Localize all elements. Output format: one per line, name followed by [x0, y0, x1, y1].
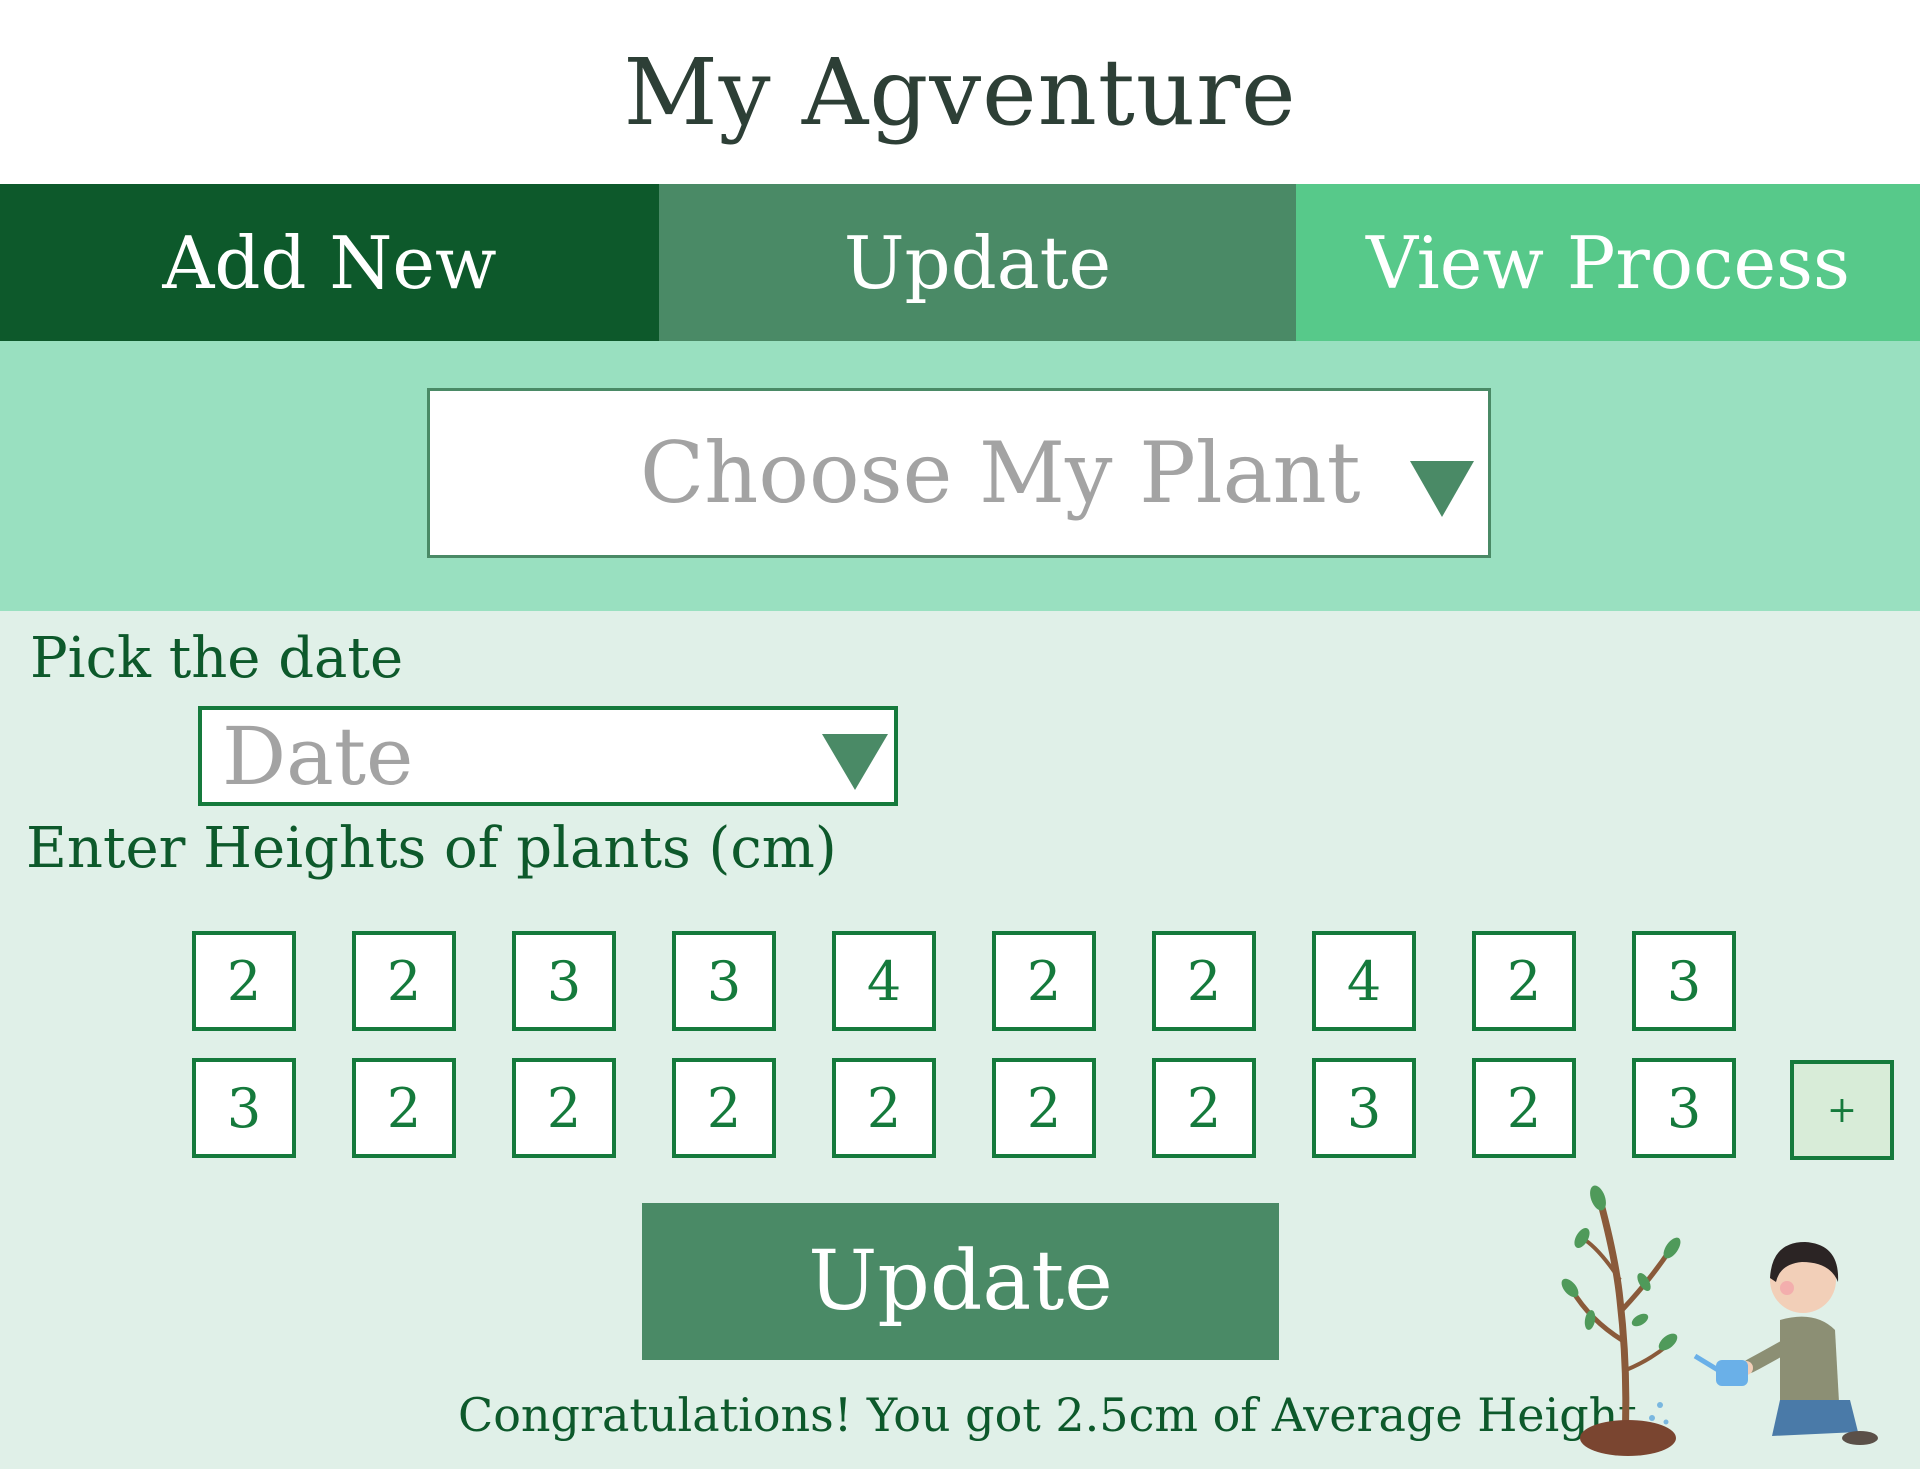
triangle-down-icon — [1410, 461, 1474, 517]
tab-view-process[interactable]: View Process — [1296, 184, 1920, 341]
height-input[interactable]: 2 — [672, 1058, 776, 1158]
height-input[interactable]: 4 — [832, 931, 936, 1031]
height-input[interactable]: 2 — [992, 1058, 1096, 1158]
tab-add-new[interactable]: Add New — [0, 184, 659, 341]
height-input[interactable]: 2 — [992, 931, 1096, 1031]
height-input[interactable]: 4 — [1312, 931, 1416, 1031]
height-input[interactable]: 3 — [1632, 1058, 1736, 1158]
triangle-down-icon — [822, 734, 888, 790]
date-label: Pick the date — [30, 626, 404, 691]
tab-bar: Add New Update View Process — [0, 184, 1920, 341]
add-height-button[interactable]: + — [1790, 1060, 1894, 1160]
app-title: My Agventure — [623, 38, 1297, 146]
height-input[interactable]: 3 — [672, 931, 776, 1031]
height-input[interactable]: 2 — [1152, 931, 1256, 1031]
plant-select-dropdown[interactable]: Choose My Plant — [427, 388, 1491, 558]
plant-select-placeholder: Choose My Plant — [640, 424, 1361, 522]
height-input[interactable]: 2 — [512, 1058, 616, 1158]
update-button[interactable]: Update — [642, 1203, 1279, 1360]
height-input[interactable]: 3 — [1312, 1058, 1416, 1158]
height-input[interactable]: 2 — [192, 931, 296, 1031]
height-input[interactable]: 2 — [352, 931, 456, 1031]
tab-update[interactable]: Update — [659, 184, 1296, 341]
height-input[interactable]: 3 — [1632, 931, 1736, 1031]
child-watering-tree-illustration — [1561, 1185, 1878, 1456]
date-placeholder: Date — [222, 709, 414, 803]
height-input[interactable]: 2 — [1152, 1058, 1256, 1158]
height-input[interactable]: 3 — [192, 1058, 296, 1158]
height-input[interactable]: 2 — [1472, 931, 1576, 1031]
height-input[interactable]: 3 — [512, 931, 616, 1031]
date-dropdown[interactable]: Date — [198, 706, 898, 806]
height-input[interactable]: 2 — [1472, 1058, 1576, 1158]
height-input[interactable]: 2 — [352, 1058, 456, 1158]
result-message: Congratulations! You got 2.5cm of Averag… — [458, 1388, 1637, 1442]
height-input[interactable]: 2 — [832, 1058, 936, 1158]
heights-label: Enter Heights of plants (cm) — [26, 816, 837, 881]
